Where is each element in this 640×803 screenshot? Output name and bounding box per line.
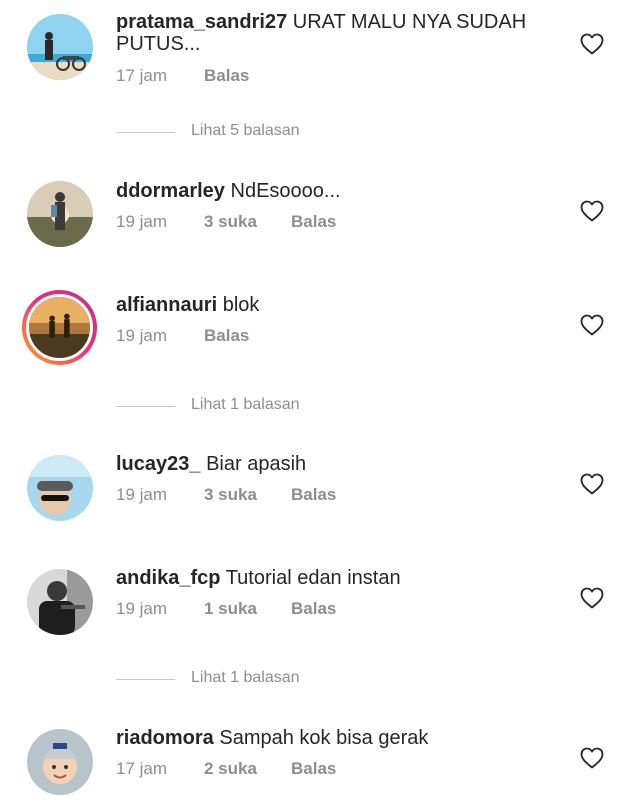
reply-button[interactable]: Balas [291,599,336,619]
comment-text: ddormarley NdEsoooo... [116,180,556,202]
avatar[interactable] [27,455,93,521]
comment-username[interactable]: andika_fcp [116,567,220,589]
comment-time: 19 jam [116,485,168,504]
heart-outline-icon[interactable] [580,587,604,609]
avatar-photo-child-cap [27,729,93,795]
comment-username[interactable]: riadomora [116,727,214,749]
heart-outline-icon[interactable] [580,473,604,495]
view-replies-button[interactable]: Lihat 1 balasan [116,396,416,416]
comment-meta: 19 jam 3 suka Balas [116,485,336,505]
comment-text: lucay23_ Biar apasih [116,453,556,475]
comment-body: NdEsoooo... [230,180,341,202]
avatar-photo-field-sunset [29,297,90,358]
view-replies-label: Lihat 5 balasan [191,122,300,139]
comment-likes[interactable]: 3 suka [204,485,291,505]
comment-text: andika_fcp Tutorial edan instan [116,567,556,589]
reply-button[interactable]: Balas [204,326,249,346]
divider-line [116,406,175,407]
comment-time: 19 jam [116,212,168,231]
view-replies-label: Lihat 1 balasan [191,396,300,413]
heart-outline-icon[interactable] [580,33,604,55]
comment-text: riadomora Sampah kok bisa gerak [116,727,556,749]
comment-meta: 19 jam 1 suka Balas [116,599,336,619]
divider-line [116,132,175,133]
comment-text: alfiannauri blok [116,294,556,316]
comment-time: 19 jam [116,326,168,345]
avatar-story-ring[interactable] [22,290,97,365]
comment-likes[interactable]: 2 suka [204,759,291,779]
comment-time: 17 jam [116,66,168,85]
comment-meta: 19 jam 3 suka Balas [116,212,336,232]
comment-username[interactable]: alfiannauri [116,294,217,316]
heart-outline-icon[interactable] [580,200,604,222]
comment-time: 19 jam [116,599,168,618]
heart-outline-icon[interactable] [580,747,604,769]
comment-meta: 17 jam 2 suka Balas [116,759,336,779]
avatar[interactable] [27,569,93,635]
avatar[interactable] [27,729,93,795]
comment-body: blok [222,294,260,316]
comment-body: Sampah kok bisa gerak [219,727,429,749]
heart-outline-icon[interactable] [580,314,604,336]
view-replies-button[interactable]: Lihat 5 balasan [116,122,416,142]
comment-meta: 17 jam Balas [116,66,249,86]
divider-line [116,679,175,680]
comment-meta: 19 jam Balas [116,326,249,346]
avatar-photo-beach-bike [27,14,93,80]
view-replies-label: Lihat 1 balasan [191,669,300,686]
avatar[interactable] [27,181,93,247]
comment-username[interactable]: pratama_sandri27 [116,11,287,33]
comment-body: Tutorial edan instan [225,567,401,589]
avatar-photo-selfie-glasses [27,455,93,521]
view-replies-button[interactable]: Lihat 1 balasan [116,669,416,689]
comment-username[interactable]: ddormarley [116,180,225,202]
comment-time: 17 jam [116,759,168,778]
reply-button[interactable]: Balas [291,485,336,505]
avatar-photo-mono-person [27,569,93,635]
reply-button[interactable]: Balas [291,759,336,779]
comment-username[interactable]: lucay23_ [116,453,201,475]
reply-button[interactable]: Balas [291,212,336,232]
comment-body: Biar apasih [206,453,307,475]
avatar-photo-sunset-person [27,181,93,247]
reply-button[interactable]: Balas [204,66,249,86]
avatar[interactable] [27,14,93,80]
comment-likes[interactable]: 1 suka [204,599,291,619]
comment-likes[interactable]: 3 suka [204,212,291,232]
comment-text: pratama_sandri27 URAT MALU NYA SUDAH PUT… [116,11,556,55]
